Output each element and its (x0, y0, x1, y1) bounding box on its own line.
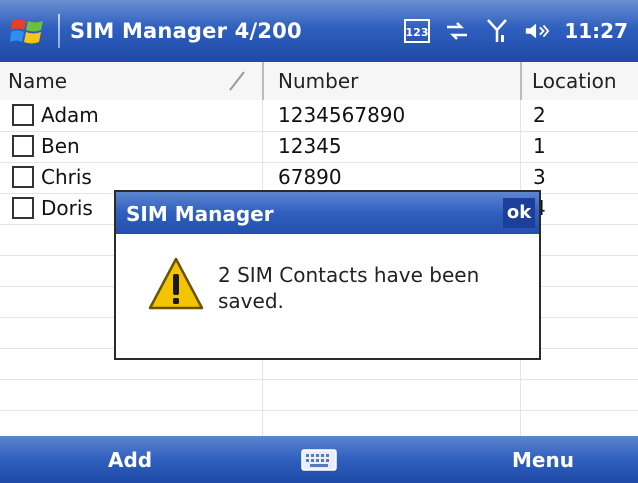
status-area: 123 11:27 (404, 15, 628, 47)
dialog-title: SIM Manager (126, 202, 274, 226)
contact-checkbox[interactable] (12, 166, 34, 188)
contact-name: Doris (41, 196, 93, 220)
sort-indicator-icon (229, 71, 245, 91)
signal-strength-icon[interactable] (484, 18, 510, 44)
volume-icon[interactable] (524, 18, 550, 44)
message-dialog: SIM Manager ok 2 SIM Contacts have been … (114, 190, 541, 360)
contact-location: 1 (533, 134, 546, 158)
contact-name: Ben (41, 134, 80, 158)
softkey-bar: Add Menu (0, 436, 638, 483)
title-bar: SIM Manager 4/200 123 11:27 (0, 0, 638, 62)
clock-time[interactable]: 11:27 (564, 19, 628, 43)
menu-button[interactable]: Menu (512, 448, 574, 472)
contact-name: Chris (41, 165, 92, 189)
grid-line (0, 410, 638, 411)
add-button[interactable]: Add (108, 448, 152, 472)
contact-name: Adam (41, 103, 99, 127)
grid-line (0, 379, 638, 380)
contact-checkbox[interactable] (12, 197, 34, 219)
contact-checkbox[interactable] (12, 135, 34, 157)
dialog-message: 2 SIM Contacts have been saved. (218, 263, 480, 313)
app-title: SIM Manager 4/200 (70, 19, 302, 43)
list-item[interactable]: Adam 1234567890 2 (0, 100, 638, 131)
dialog-ok-button[interactable]: ok (503, 198, 535, 228)
column-header-number[interactable]: Number (278, 62, 358, 100)
connectivity-icon[interactable] (444, 18, 470, 44)
keyboard-icon[interactable] (301, 448, 337, 472)
column-divider[interactable] (520, 62, 522, 100)
column-divider[interactable] (262, 62, 264, 100)
title-separator (58, 14, 60, 48)
input-mode-123-icon[interactable]: 123 (404, 18, 431, 44)
contact-location: 2 (533, 103, 546, 127)
column-header: Name Number Location (0, 62, 638, 101)
contact-checkbox[interactable] (12, 104, 34, 126)
dialog-title-bar: SIM Manager ok (116, 192, 539, 234)
contact-number: 12345 (278, 134, 342, 158)
contact-number: 1234567890 (278, 103, 406, 127)
contact-location: 3 (533, 165, 546, 189)
warning-icon (148, 257, 204, 310)
list-item[interactable]: Ben 12345 1 (0, 131, 638, 162)
column-header-location[interactable]: Location (532, 62, 617, 100)
list-item[interactable]: Chris 67890 3 (0, 162, 638, 193)
input-mode-text: 123 (406, 26, 429, 39)
start-menu-windows-icon[interactable] (10, 15, 46, 47)
contact-number: 67890 (278, 165, 342, 189)
column-header-name[interactable]: Name (8, 62, 67, 100)
